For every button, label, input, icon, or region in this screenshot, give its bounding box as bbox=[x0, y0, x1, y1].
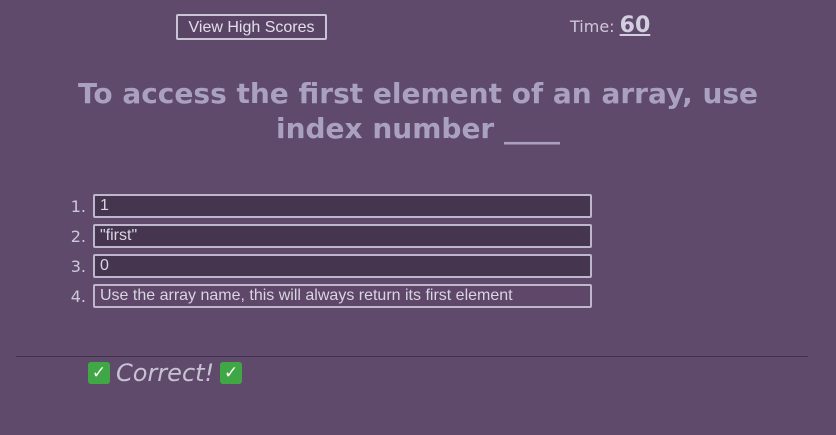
timer-label: Time: bbox=[570, 17, 615, 36]
feedback-message: ✓ Correct! ✓ bbox=[88, 359, 243, 387]
answer-button-3[interactable]: 0 bbox=[93, 254, 592, 278]
timer: Time: 60 bbox=[570, 13, 650, 38]
check-mark-icon: ✓ bbox=[220, 362, 243, 384]
feedback-divider bbox=[16, 356, 808, 357]
answer-number: 3. bbox=[70, 256, 86, 276]
answer-button-1[interactable]: 1 bbox=[93, 194, 592, 218]
question-text: To access the first element of an array,… bbox=[77, 77, 759, 145]
timer-value: 60 bbox=[619, 13, 651, 38]
answer-item: 4. Use the array name, this will always … bbox=[62, 284, 602, 308]
answer-list: 1. 1 2. "first" 3. 0 4. Use the array na… bbox=[62, 194, 602, 314]
answer-number: 2. bbox=[70, 226, 86, 246]
feedback-text: Correct! bbox=[116, 359, 215, 387]
answer-button-4[interactable]: Use the array name, this will always ret… bbox=[93, 284, 592, 308]
view-high-scores-button[interactable]: View High Scores bbox=[176, 14, 327, 40]
top-bar: View High Scores Time: 60 bbox=[0, 0, 836, 50]
answer-number: 1. bbox=[70, 196, 86, 216]
check-mark-icon: ✓ bbox=[88, 362, 110, 384]
answer-button-2[interactable]: "first" bbox=[93, 224, 592, 248]
answer-item: 2. "first" bbox=[62, 224, 602, 248]
answer-item: 1. 1 bbox=[62, 194, 602, 218]
answer-number: 4. bbox=[70, 286, 86, 306]
answer-item: 3. 0 bbox=[62, 254, 602, 278]
